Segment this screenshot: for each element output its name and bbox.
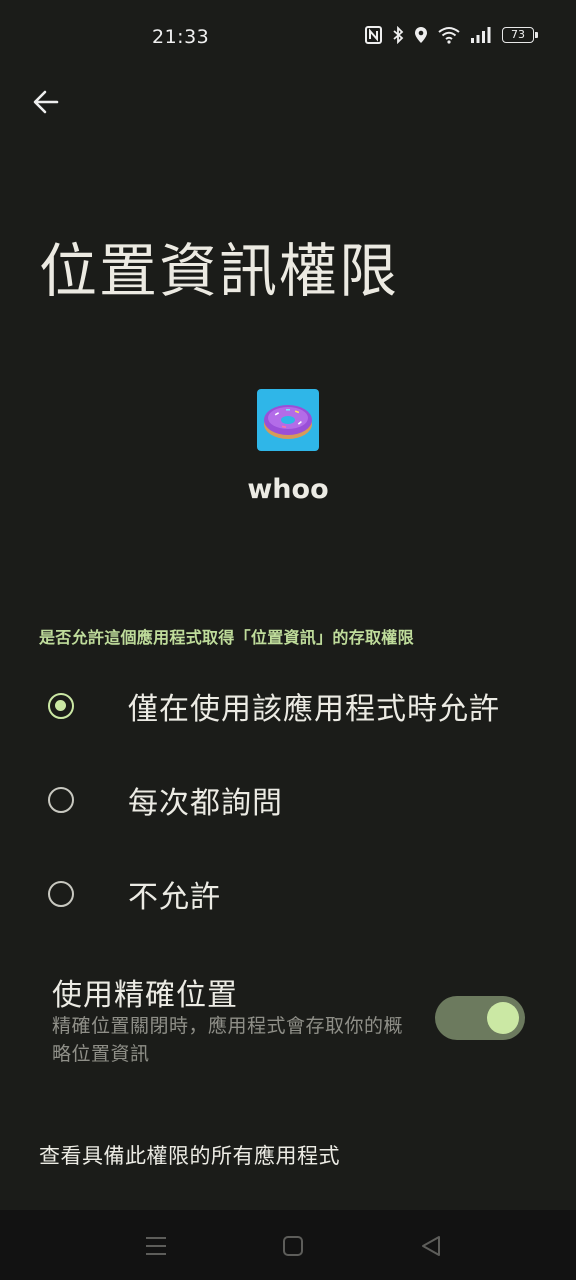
back-triangle-icon (422, 1236, 440, 1256)
radio-label: 不允許 (128, 880, 221, 915)
home-icon (283, 1236, 303, 1256)
view-all-apps-link[interactable]: 查看具備此權限的所有應用程式 (39, 1140, 340, 1170)
location-icon (414, 26, 428, 44)
radio-label: 每次都詢問 (128, 786, 283, 821)
precise-location-title: 使用精確位置 (52, 978, 238, 1013)
radio-option-ask-every-time[interactable]: 每次都詢問 (0, 755, 576, 845)
radio-option-while-using[interactable]: 僅在使用該應用程式時允許 (0, 661, 576, 751)
battery-icon: 73 (502, 27, 538, 43)
precise-location-description: 精確位置關閉時，應用程式會存取你的概略位置資訊 (52, 1015, 404, 1065)
recent-apps-button[interactable] (142, 1232, 170, 1260)
precise-location-row[interactable]: 使用精確位置 精確位置關閉時，應用程式會存取你的概略位置資訊 (0, 960, 576, 1070)
app-icon (257, 389, 319, 451)
nav-back-button[interactable] (417, 1232, 445, 1260)
permission-question: 是否允許這個應用程式取得「位置資訊」的存取權限 (39, 628, 414, 647)
menu-icon (146, 1237, 166, 1255)
radio-unselected-icon[interactable] (48, 787, 74, 813)
screen: 21:33 73 位置資訊權限 whoo 是否允許這個應用程式取得「位置資訊」的… (0, 0, 576, 1280)
nfc-icon (365, 26, 382, 44)
donut-icon (264, 405, 312, 439)
signal-icon (470, 26, 492, 44)
toggle-thumb (487, 1002, 519, 1034)
app-name: whoo (247, 474, 329, 505)
radio-label: 僅在使用該應用程式時允許 (128, 692, 500, 727)
status-icons: 73 (365, 26, 538, 44)
arrow-left-icon (33, 90, 59, 114)
wifi-icon (438, 26, 460, 44)
home-button[interactable] (279, 1232, 307, 1260)
bluetooth-icon (392, 26, 404, 44)
status-bar: 21:33 73 (0, 0, 576, 78)
precise-location-toggle[interactable] (435, 996, 525, 1040)
radio-option-deny[interactable]: 不允許 (0, 849, 576, 939)
radio-selected-icon[interactable] (48, 693, 74, 719)
status-time: 21:33 (152, 26, 210, 48)
page-title: 位置資訊權限 (39, 237, 400, 305)
navigation-bar (0, 1210, 576, 1280)
back-button[interactable] (26, 82, 66, 122)
radio-dot (55, 700, 66, 711)
radio-unselected-icon[interactable] (48, 881, 74, 907)
